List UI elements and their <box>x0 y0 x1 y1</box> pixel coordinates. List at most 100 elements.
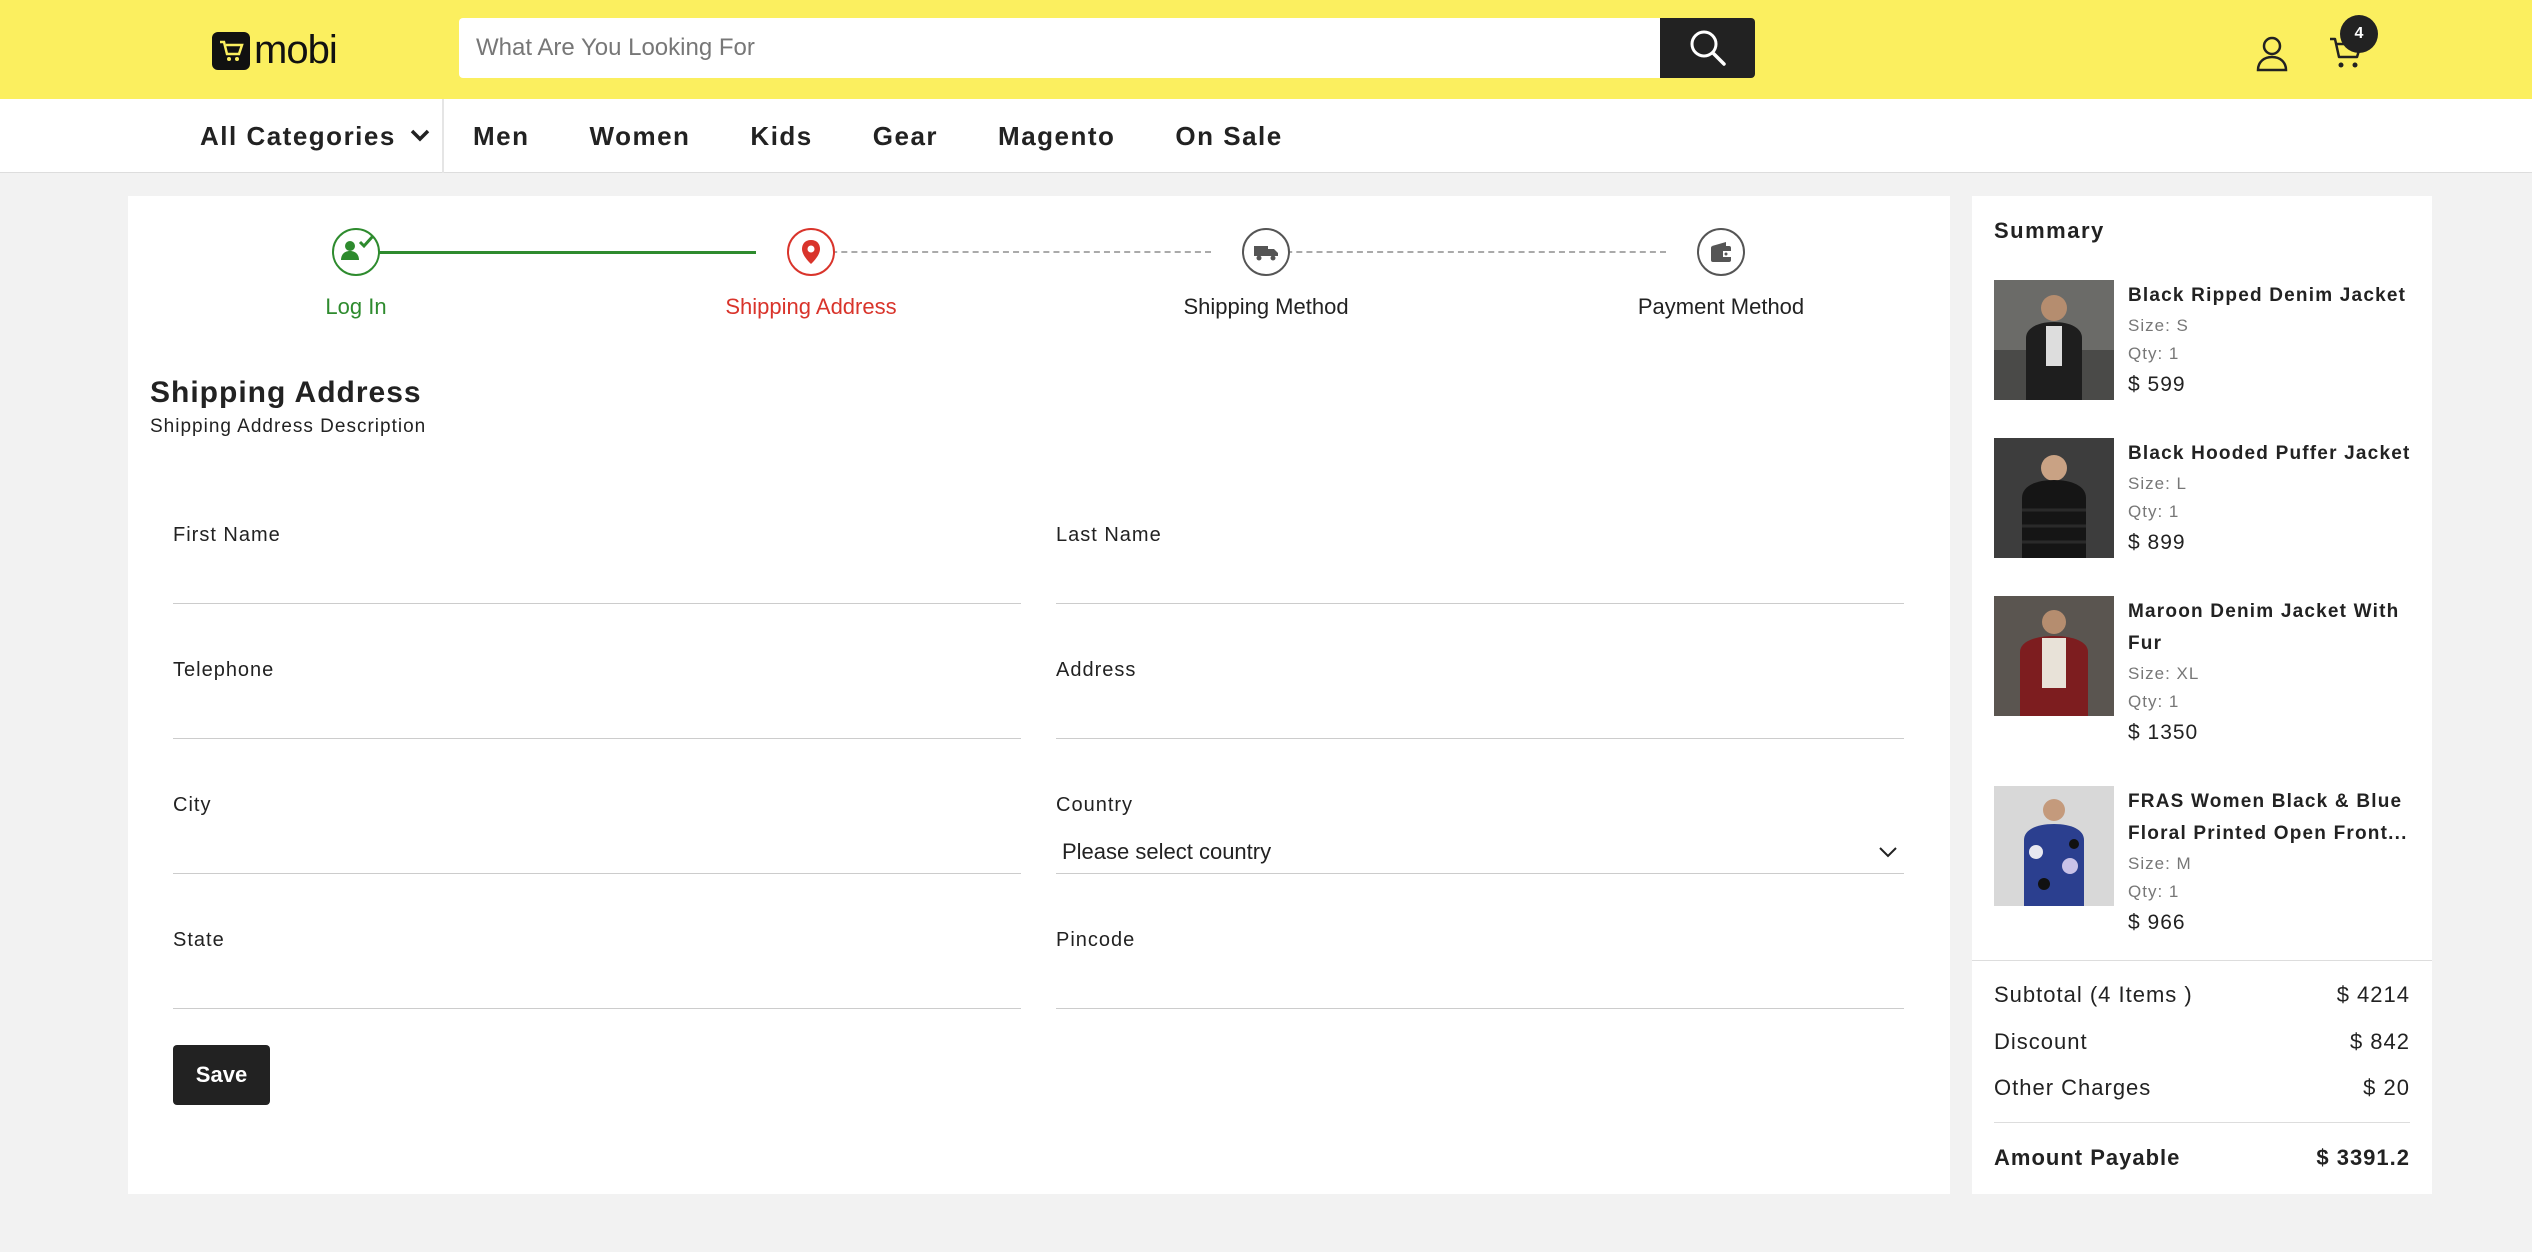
last-name-label: Last Name <box>1056 524 1162 546</box>
discount-value: $ 842 <box>2349 1029 2410 1054</box>
step-payment-method[interactable] <box>1697 228 1745 276</box>
item-price: $ 966 <box>2128 911 2186 934</box>
summary-item: Black Ripped Denim Jacket Size: S Qty: 1… <box>1994 280 2424 410</box>
checkout-stepper: Log In Shipping Address Shipping Method … <box>128 196 1950 326</box>
pincode-label: Pincode <box>1056 929 1136 951</box>
checkout-main-card: Log In Shipping Address Shipping Method … <box>128 196 1950 1194</box>
telephone-input[interactable] <box>173 695 1021 739</box>
item-price: $ 599 <box>2128 373 2186 396</box>
step-login[interactable] <box>332 228 380 276</box>
country-select-value: Please select country <box>1062 838 1272 864</box>
item-price: $ 1350 <box>2128 721 2199 744</box>
first-name-field: First Name <box>173 524 1021 604</box>
step-line-pending <box>1266 251 1666 253</box>
wallet-icon <box>1711 242 1731 262</box>
item-size: Size: L <box>2128 474 2187 493</box>
cart-count-badge: 4 <box>2340 15 2378 53</box>
item-info: FRAS Women Black & Blue Floral Printed O… <box>2128 786 2424 940</box>
form-description: Shipping Address Description <box>150 416 427 437</box>
subtotal-row: Subtotal (4 Items ) $ 4214 <box>1994 982 2410 1008</box>
item-name[interactable]: Maroon Denim Jacket With Fur <box>2128 596 2424 660</box>
discount-row: Discount $ 842 <box>1994 1029 2410 1055</box>
last-name-input[interactable] <box>1056 560 1904 604</box>
city-input[interactable] <box>173 830 1021 874</box>
item-name[interactable]: FRAS Women Black & Blue Floral Printed O… <box>2128 786 2424 850</box>
first-name-input[interactable] <box>173 560 1021 604</box>
state-label: State <box>173 929 225 951</box>
pincode-input[interactable] <box>1056 965 1904 1009</box>
subtotal-value: $ 4214 <box>2336 982 2410 1007</box>
save-button[interactable]: Save <box>173 1045 270 1105</box>
state-input[interactable] <box>173 965 1021 1009</box>
pincode-field: Pincode <box>1056 929 1904 1009</box>
step-line-pending <box>811 251 1211 253</box>
step-line-complete <box>356 251 756 254</box>
address-field: Address <box>1056 659 1904 739</box>
country-label: Country <box>1056 794 1134 816</box>
state-field: State <box>173 929 1021 1009</box>
nav-item-kids[interactable]: Kids <box>750 121 812 152</box>
nav-item-women[interactable]: Women <box>590 121 691 152</box>
product-thumbnail[interactable] <box>1994 596 2114 716</box>
country-select[interactable]: Please select country <box>1056 830 1904 874</box>
product-thumbnail[interactable] <box>1994 786 2114 906</box>
discount-label: Discount <box>1994 1029 2088 1054</box>
user-account-icon[interactable] <box>2256 36 2288 72</box>
form-title: Shipping Address <box>150 376 422 409</box>
first-name-label: First Name <box>173 524 281 546</box>
step-shipping-method[interactable] <box>1242 228 1290 276</box>
logo-text: mobi <box>254 28 338 72</box>
city-field: City <box>173 794 1021 874</box>
summary-item: Maroon Denim Jacket With Fur Size: XL Qt… <box>1994 596 2424 756</box>
nav-item-gear[interactable]: Gear <box>873 121 938 152</box>
search-icon <box>1690 30 1726 66</box>
telephone-label: Telephone <box>173 659 275 681</box>
summary-title: Summary <box>1994 218 2105 243</box>
nav-item-magento[interactable]: Magento <box>998 121 1115 152</box>
item-info: Maroon Denim Jacket With Fur Size: XL Qt… <box>2128 596 2424 750</box>
step-label-shipping-method: Shipping Method <box>1183 294 1349 319</box>
user-check-icon <box>341 234 375 260</box>
top-header: mobi 4 <box>0 0 2532 99</box>
totals-divider <box>1994 1122 2410 1123</box>
nav-item-on-sale[interactable]: On Sale <box>1175 121 1282 152</box>
last-name-field: Last Name <box>1056 524 1904 604</box>
all-categories-dropdown[interactable]: All Categories <box>200 99 430 173</box>
truck-icon <box>1254 246 1278 261</box>
address-label: Address <box>1056 659 1137 681</box>
item-name[interactable]: Black Hooded Puffer Jacket <box>2128 438 2424 470</box>
nav-divider <box>442 99 444 173</box>
product-thumbnail[interactable] <box>1994 280 2114 400</box>
nav-item-men[interactable]: Men <box>473 121 530 152</box>
item-name[interactable]: Black Ripped Denim Jacket <box>2128 280 2424 312</box>
subtotal-label: Subtotal (4 Items ) <box>1994 982 2193 1007</box>
amount-payable-label: Amount Payable <box>1994 1145 2181 1170</box>
summary-item: Black Hooded Puffer Jacket Size: L Qty: … <box>1994 438 2424 568</box>
chevron-down-icon <box>410 129 430 142</box>
product-thumbnail[interactable] <box>1994 438 2114 558</box>
item-qty: Qty: 1 <box>2128 692 2180 711</box>
location-pin-icon <box>802 240 820 264</box>
search-bar <box>459 18 1755 78</box>
all-categories-label: All Categories <box>200 120 396 151</box>
summary-item: FRAS Women Black & Blue Floral Printed O… <box>1994 786 2424 946</box>
nav-items: Men Women Kids Gear Magento On Sale <box>473 99 1343 173</box>
search-button[interactable] <box>1660 18 1755 78</box>
cart-logo-icon <box>212 31 250 70</box>
amount-payable-value: $ 3391.2 <box>2316 1145 2410 1170</box>
order-summary: Summary Black Ripped Denim Jacket Size: … <box>1972 196 2432 1194</box>
step-shipping-address[interactable] <box>787 228 835 276</box>
amount-payable-row: Amount Payable $ 3391.2 <box>1994 1145 2410 1171</box>
item-price: $ 899 <box>2128 531 2186 554</box>
item-size: Size: M <box>2128 854 2192 873</box>
item-qty: Qty: 1 <box>2128 882 2180 901</box>
telephone-field: Telephone <box>173 659 1021 739</box>
item-info: Black Ripped Denim Jacket Size: S Qty: 1… <box>2128 280 2424 402</box>
category-nav: All Categories Men Women Kids Gear Magen… <box>0 99 2532 173</box>
address-input[interactable] <box>1056 695 1904 739</box>
city-label: City <box>173 794 212 816</box>
search-input[interactable] <box>459 18 1660 78</box>
summary-divider <box>1972 960 2432 961</box>
item-qty: Qty: 1 <box>2128 502 2180 521</box>
logo[interactable]: mobi <box>212 28 338 73</box>
